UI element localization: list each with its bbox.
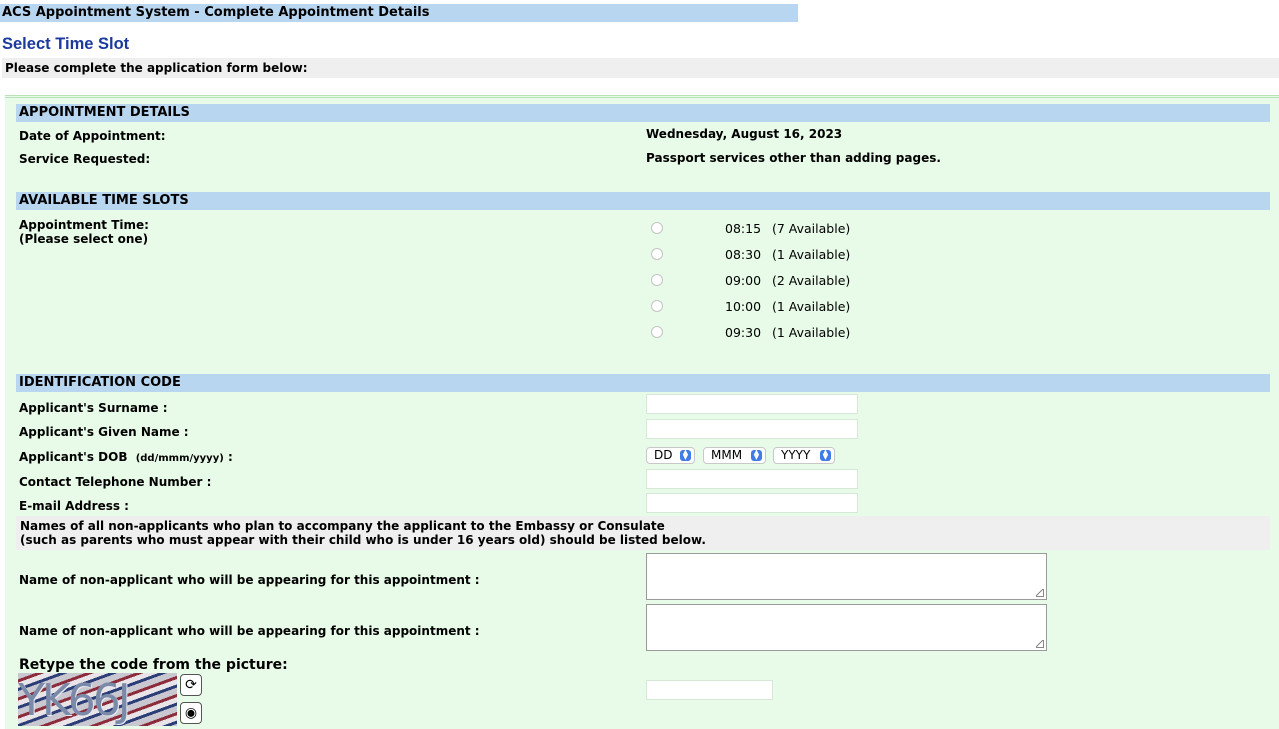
given-name-input[interactable] — [646, 419, 858, 439]
speaker-icon[interactable]: ◉ — [180, 702, 202, 724]
slot-availability-5: (1 Available) — [772, 325, 851, 340]
service-label: Service Requested: — [19, 152, 151, 166]
captcha-image: YK66J — [18, 673, 177, 726]
slot-radio-1[interactable] — [651, 222, 663, 234]
dob-label: Applicant's DOB (dd/mmm/yyyy) : — [19, 450, 233, 464]
non-applicant-label-1: Name of non-applicant who will be appear… — [19, 573, 480, 587]
given-name-label: Applicant's Given Name : — [19, 425, 189, 439]
email-label: E-mail Address : — [19, 499, 129, 513]
dob-format-hint: (dd/mmm/yyyy) — [135, 453, 224, 464]
slot-radio-4[interactable] — [651, 300, 663, 312]
slot-availability-1: (7 Available) — [772, 221, 851, 236]
slot-time-5: 09:30 — [725, 325, 762, 340]
section-appointment-details: APPOINTMENT DETAILS — [16, 104, 1270, 122]
non-applicant-label-2: Name of non-applicant who will be appear… — [19, 624, 480, 638]
dob-day-select[interactable]: DD ▲ ▼ — [646, 447, 695, 464]
select-arrows-icon: ▲ ▼ — [820, 449, 831, 461]
select-arrows-icon: ▲ ▼ — [751, 449, 762, 461]
non-applicant-textarea-1[interactable] — [646, 553, 1047, 600]
slot-time-4: 10:00 — [725, 299, 762, 314]
date-value: Wednesday, August 16, 2023 — [646, 127, 843, 141]
slot-time-1: 08:15 — [725, 221, 762, 236]
email-input[interactable] — [646, 493, 858, 513]
slot-availability-4: (1 Available) — [772, 299, 851, 314]
select-arrows-icon: ▲ ▼ — [680, 449, 691, 461]
appointment-time-label: Appointment Time: — [19, 218, 149, 232]
dob-month-select[interactable]: MMM ▲ ▼ — [703, 447, 766, 464]
note-line-2: (such as parents who must appear with th… — [20, 533, 706, 547]
phone-input[interactable] — [646, 469, 858, 489]
slot-radio-2[interactable] — [651, 248, 663, 260]
resize-handle-icon[interactable] — [1036, 640, 1044, 648]
dob-day-value: DD — [654, 448, 673, 462]
dob-year-select[interactable]: YYYY ▲ ▼ — [773, 447, 835, 464]
non-applicant-note: Names of all non-applicants who plan to … — [16, 516, 1270, 550]
page-title: Select Time Slot — [2, 35, 130, 53]
note-line-1: Names of all non-applicants who plan to … — [20, 519, 665, 533]
slot-radio-5[interactable] — [651, 326, 663, 338]
dob-colon: : — [227, 450, 233, 464]
resize-handle-icon[interactable] — [1036, 589, 1044, 597]
slot-radio-3[interactable] — [651, 274, 663, 286]
surname-label: Applicant's Surname : — [19, 401, 168, 415]
slot-time-2: 08:30 — [725, 247, 762, 262]
phone-label: Contact Telephone Number : — [19, 475, 212, 489]
section-identification: IDENTIFICATION CODE — [16, 374, 1270, 392]
captcha-label: Retype the code from the picture: — [19, 657, 288, 673]
captcha-input[interactable] — [646, 680, 773, 700]
dob-label-text: Applicant's DOB — [19, 450, 128, 464]
date-label: Date of Appointment: — [19, 129, 166, 143]
dob-year-value: YYYY — [781, 448, 811, 462]
form-instruction: Please complete the application form bel… — [2, 58, 1279, 78]
slot-availability-3: (2 Available) — [772, 273, 851, 288]
service-value: Passport services other than adding page… — [646, 151, 941, 165]
section-time-slots: AVAILABLE TIME SLOTS — [16, 192, 1270, 210]
captcha-text: YK66J — [18, 675, 131, 726]
dob-month-value: MMM — [711, 448, 743, 462]
window-title: ACS Appointment System - Complete Appoin… — [0, 4, 798, 22]
surname-input[interactable] — [646, 394, 858, 414]
refresh-icon[interactable]: ⟳ — [180, 674, 202, 696]
slot-time-3: 09:00 — [725, 273, 762, 288]
slot-availability-2: (1 Available) — [772, 247, 851, 262]
appointment-time-hint: (Please select one) — [19, 232, 149, 246]
non-applicant-textarea-2[interactable] — [646, 604, 1047, 651]
